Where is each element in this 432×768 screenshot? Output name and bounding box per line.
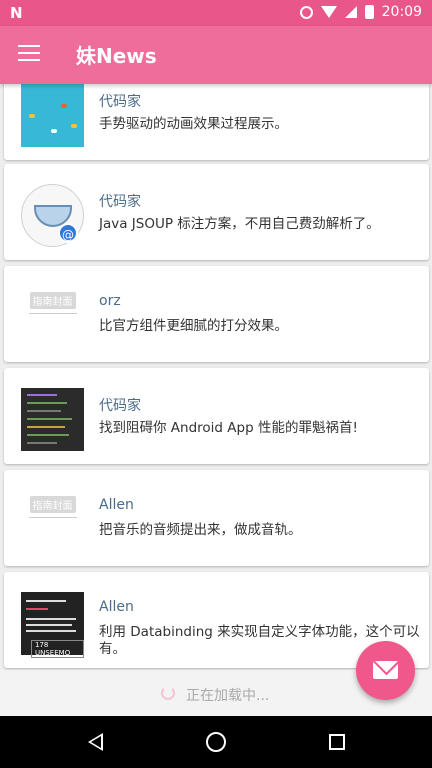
article-author[interactable]: Allen [99, 599, 134, 615]
back-icon[interactable] [88, 733, 103, 751]
notification-n-icon: N [10, 4, 23, 22]
guide-cover-placeholder: 指南封面 [21, 490, 84, 553]
article-author[interactable]: 代码家 [99, 191, 141, 211]
article-card[interactable]: 代码家 找到阻碍你 Android App 性能的罪魁祸首! [4, 368, 429, 464]
navigation-bar [0, 716, 432, 768]
article-author[interactable]: 代码家 [99, 91, 141, 111]
article-author[interactable]: 代码家 [99, 395, 141, 415]
article-card[interactable]: 指南封面 Allen 把音乐的音频提出来，做成音轨。 [4, 470, 429, 566]
article-author[interactable]: orz [99, 293, 121, 309]
article-card[interactable]: @ 代码家 Java JSOUP 标注方案，不用自己费劲解析了。 [4, 164, 429, 260]
loading-text: 正在加载中... [186, 688, 270, 704]
battery-charging-icon [364, 5, 374, 19]
hamburger-menu-icon[interactable] [18, 45, 40, 63]
status-icons: 20:09 [299, 4, 422, 20]
article-card[interactable]: 代码家 手势驱动的动画效果过程展示。 [4, 84, 429, 160]
article-author[interactable]: Allen [99, 497, 134, 513]
article-card[interactable]: 指南封面 orz 比官方组件更细腻的打分效果。 [4, 266, 429, 362]
app-title: 妹News [76, 44, 157, 68]
email-icon [373, 661, 398, 679]
at-sign-icon: @ [58, 223, 78, 243]
alarm-icon [299, 5, 313, 19]
guide-cover-label: 指南封面 [29, 292, 76, 309]
status-bar: N 20:09 [0, 0, 432, 26]
article-description[interactable]: 把音乐的音频提出来，做成音轨。 [99, 522, 421, 539]
font-demo-thumbnail: 178 UNSEEMO [21, 592, 84, 658]
guide-cover-label: 指南封面 [29, 496, 76, 513]
bowl-at-logo-thumbnail: @ [21, 184, 84, 247]
home-icon[interactable] [206, 732, 226, 752]
guide-cover-placeholder: 指南封面 [21, 286, 84, 349]
sea-game-thumbnail [21, 84, 84, 147]
wifi-off-icon [320, 6, 337, 18]
loading-spinner-icon [161, 686, 175, 700]
article-description[interactable]: 找到阻碍你 Android App 性能的罪魁祸首! [99, 420, 421, 437]
email-fab-button[interactable] [356, 641, 415, 700]
status-time: 20:09 [381, 4, 422, 20]
article-description[interactable]: 比官方组件更细腻的打分效果。 [99, 318, 421, 335]
article-list[interactable]: 代码家 手势驱动的动画效果过程展示。 @ 代码家 Java JSOUP 标注方案… [0, 84, 432, 716]
code-screenshot-thumbnail [21, 388, 84, 451]
article-description[interactable]: Java JSOUP 标注方案，不用自己费劲解析了。 [99, 216, 421, 233]
font-demo-label: 178 UNSEEMO [31, 640, 84, 658]
signal-icon [344, 6, 357, 18]
app-bar: 妹News [0, 26, 432, 84]
article-description[interactable]: 手势驱动的动画效果过程展示。 [99, 116, 421, 133]
recents-icon[interactable] [329, 734, 345, 750]
